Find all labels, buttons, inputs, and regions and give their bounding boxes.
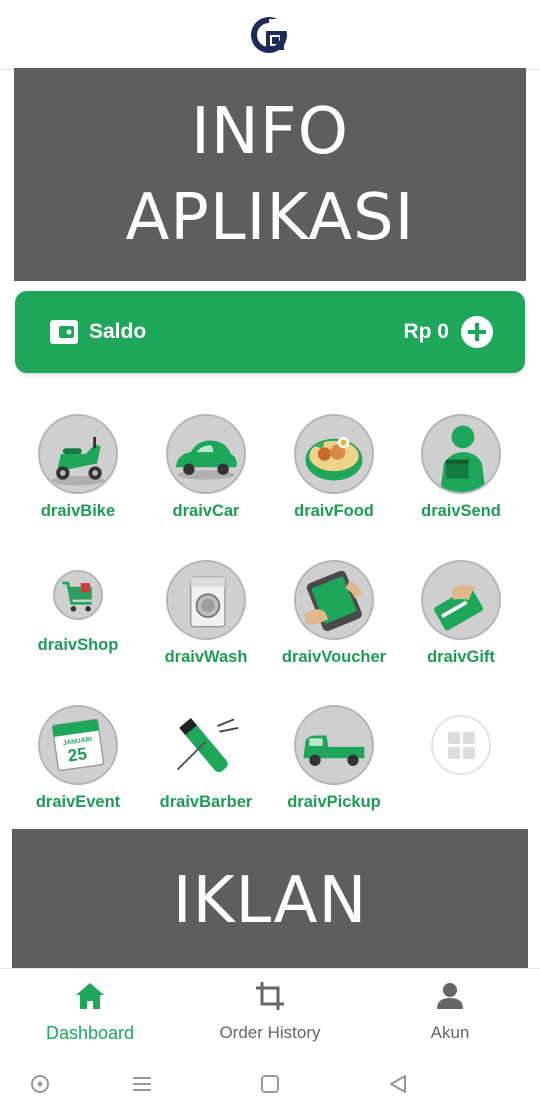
- service-label: draivPickup: [287, 793, 381, 811]
- assistant-icon[interactable]: [28, 1072, 52, 1096]
- calendar-day: 25: [67, 744, 89, 766]
- service-label: draivWash: [164, 648, 248, 666]
- system-navigation-bar: [0, 1050, 540, 1117]
- service-label: draivVoucher: [281, 648, 387, 666]
- scooter-icon: [38, 414, 118, 494]
- saldo-card[interactable]: Saldo Rp 0: [15, 291, 525, 373]
- saldo-amount: Rp 0: [403, 320, 449, 343]
- home-icon: [76, 983, 104, 1009]
- service-draivfood[interactable]: draivFood: [270, 414, 398, 544]
- service-draivbike[interactable]: draivBike: [14, 414, 142, 544]
- nav-label: Akun: [430, 1023, 470, 1042]
- app-logo-icon: [251, 16, 287, 53]
- grid-icon: [431, 715, 491, 775]
- more-services-button[interactable]: [397, 705, 525, 835]
- person-icon: [437, 983, 463, 1009]
- top-bar: [0, 0, 540, 70]
- voucher-phone-icon: [294, 560, 374, 640]
- shopping-cart-icon: [53, 570, 103, 620]
- ads-banner[interactable]: IKLAN: [12, 829, 528, 973]
- back-icon[interactable]: [386, 1072, 410, 1096]
- service-draivevent[interactable]: JANUARI 25 draivEvent: [14, 705, 142, 835]
- app-screen: INFO APLIKASI Saldo Rp 0 draivBike draiv…: [0, 0, 540, 1117]
- service-draivshop[interactable]: draivShop: [14, 566, 142, 696]
- service-draivgift[interactable]: draivGift: [397, 560, 525, 690]
- menu-icon[interactable]: [130, 1072, 154, 1096]
- top-up-button[interactable]: [461, 316, 493, 348]
- nav-label: Dashboard: [45, 1023, 135, 1043]
- wallet-icon: [50, 320, 78, 344]
- saldo-label: Saldo: [89, 320, 147, 343]
- courier-icon: [421, 414, 501, 494]
- food-bowl-icon: [294, 414, 374, 494]
- ads-banner-text: IKLAN: [172, 864, 368, 938]
- service-label: draivBarber: [159, 793, 253, 811]
- info-banner[interactable]: INFO APLIKASI: [14, 68, 526, 281]
- calendar-icon: JANUARI 25: [38, 705, 118, 785]
- service-draivvoucher[interactable]: draivVoucher: [270, 560, 398, 690]
- service-draivpickup[interactable]: draivPickup: [270, 705, 398, 835]
- hair-clipper-icon: [166, 705, 246, 785]
- service-draivcar[interactable]: draivCar: [142, 414, 270, 544]
- nav-label: Order History: [219, 1023, 321, 1042]
- home-square-icon[interactable]: [258, 1072, 282, 1096]
- bottom-navigation: Dashboard Order History Akun: [0, 968, 540, 1048]
- service-draivbarber[interactable]: draivBarber: [142, 705, 270, 835]
- service-draivsend[interactable]: draivSend: [397, 414, 525, 544]
- crop-icon: [256, 982, 284, 1010]
- gift-card-icon: [421, 560, 501, 640]
- service-draivwash[interactable]: draivWash: [142, 560, 270, 690]
- service-label: draivEvent: [35, 793, 121, 811]
- info-banner-line2: APLIKASI: [125, 180, 415, 255]
- info-banner-line1: INFO: [191, 94, 349, 169]
- service-label: draivGift: [427, 648, 495, 666]
- service-label: draivSend: [421, 502, 501, 520]
- nav-akun[interactable]: Akun: [360, 969, 540, 1049]
- service-label: draivFood: [294, 502, 374, 520]
- pickup-truck-icon: [294, 705, 374, 785]
- service-label: draivShop: [37, 636, 119, 654]
- car-icon: [166, 414, 246, 494]
- nav-order-history[interactable]: Order History: [180, 969, 360, 1049]
- washing-machine-icon: [166, 560, 246, 640]
- service-label: draivCar: [172, 502, 240, 520]
- nav-dashboard[interactable]: Dashboard: [0, 969, 180, 1049]
- service-label: draivBike: [40, 502, 116, 520]
